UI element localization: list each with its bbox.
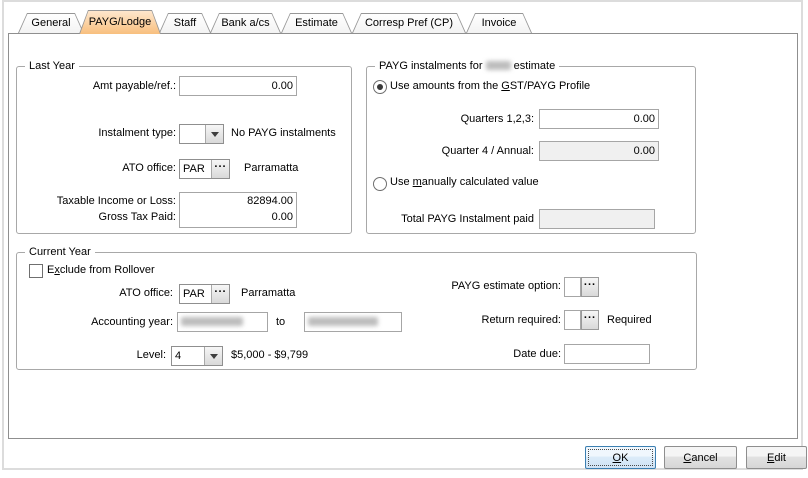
taxable-income-value[interactable]: 82894.00 — [180, 193, 296, 209]
instalment-type-note: No PAYG instalments — [231, 126, 336, 141]
chevron-down-icon — [211, 132, 219, 137]
quarters-123-label: Quarters 1,2,3: — [384, 112, 534, 127]
edit-button[interactable]: Edit — [746, 446, 807, 469]
ato-office-browse-button-last[interactable]: ... — [211, 160, 229, 178]
ato-office-picker-current[interactable]: PAR ... — [179, 284, 230, 304]
redacted-end-date — [308, 317, 378, 326]
date-due-label: Date due: — [411, 347, 561, 362]
tab-estimate[interactable]: Estimate — [281, 13, 352, 33]
use-gst-payg-profile-radio[interactable] — [373, 80, 387, 94]
accounting-year-end-input[interactable] — [304, 312, 402, 332]
payg-estimate-option-label: PAYG estimate option: — [411, 279, 561, 294]
current-year-group-title: Current Year — [25, 245, 95, 259]
level-label: Level: — [27, 348, 166, 363]
tab-corresp-pref[interactable]: Corresp Pref (CP) — [352, 13, 466, 33]
accounting-year-to-label: to — [276, 315, 285, 330]
use-gst-payg-profile-label: Use amounts from the GST/PAYG Profile — [390, 79, 590, 94]
instalment-type-label: Instalment type: — [27, 126, 176, 141]
level-dropdown-button[interactable] — [204, 347, 222, 365]
ato-office-picker-last[interactable]: PAR ... — [179, 159, 230, 179]
gross-tax-label: Gross Tax Paid: — [27, 210, 176, 225]
amt-payable-input[interactable] — [179, 76, 297, 96]
quarter-4-annual-label: Quarter 4 / Annual: — [384, 144, 534, 159]
last-year-group-title: Last Year — [25, 59, 79, 73]
payg-instalments-group-title: PAYG instalments for estimate — [375, 59, 559, 73]
return-required-browse-button[interactable]: ... — [581, 310, 599, 330]
level-value: 4 — [172, 347, 204, 365]
redacted-estimate-year — [486, 61, 511, 70]
use-manual-value-label: Use manually calculated value — [390, 175, 539, 190]
chevron-down-icon — [210, 354, 218, 359]
ato-office-label-current: ATO office: — [27, 286, 173, 301]
total-payg-paid-label: Total PAYG Instalment paid — [384, 212, 534, 227]
taxable-income-label: Taxable Income or Loss: — [27, 194, 176, 209]
tab-bank-acs[interactable]: Bank a/cs — [210, 13, 281, 33]
ato-office-name-current: Parramatta — [241, 286, 295, 301]
tab-general[interactable]: General — [18, 13, 84, 33]
gross-tax-value[interactable]: 0.00 — [180, 209, 296, 225]
ok-button[interactable]: OK — [585, 446, 656, 469]
ato-office-browse-button-current[interactable]: ... — [211, 285, 229, 303]
return-required-note: Required — [607, 313, 652, 328]
return-required-input[interactable] — [564, 310, 581, 330]
tab-staff[interactable]: Staff — [159, 13, 211, 33]
tab-invoice[interactable]: Invoice — [466, 13, 532, 33]
amt-payable-label: Amt payable/ref.: — [27, 79, 176, 94]
instalment-type-combo[interactable] — [179, 124, 224, 144]
exclude-from-rollover-label: Exclude from Rollover — [47, 263, 155, 278]
quarter-4-annual-input — [539, 141, 659, 161]
accounting-year-label: Accounting year: — [27, 315, 173, 330]
current-year-group: Current Year Exclude from Rollover ATO o… — [16, 252, 697, 370]
taxable-income-box: 82894.00 0.00 — [179, 192, 297, 228]
ato-office-code-last: PAR — [180, 160, 211, 178]
accounting-year-start-input[interactable] — [177, 312, 268, 332]
instalment-type-dropdown-button[interactable] — [205, 125, 223, 143]
level-combo[interactable]: 4 — [171, 346, 223, 366]
redacted-start-date — [181, 317, 243, 326]
quarters-123-input[interactable] — [539, 109, 659, 129]
date-due-input[interactable] — [564, 344, 650, 364]
ato-office-label-last: ATO office: — [27, 161, 176, 176]
total-payg-paid-input — [539, 209, 655, 229]
return-required-label: Return required: — [411, 313, 561, 328]
level-range-text: $5,000 - $9,799 — [231, 348, 308, 363]
payg-estimate-option-browse-button[interactable]: ... — [581, 277, 599, 297]
ato-office-name-last: Parramatta — [244, 161, 298, 176]
cancel-button[interactable]: Cancel — [664, 446, 737, 469]
last-year-group: Last Year Amt payable/ref.: Instalment t… — [16, 66, 352, 234]
payg-instalments-group: PAYG instalments for estimate Use amount… — [366, 66, 696, 234]
use-manual-value-radio[interactable] — [373, 177, 387, 191]
tab-payg-lodge[interactable]: PAYG/Lodge — [79, 10, 161, 34]
ato-office-code-current: PAR — [180, 285, 211, 303]
exclude-from-rollover-checkbox[interactable] — [29, 264, 43, 278]
payg-estimate-option-input[interactable] — [564, 277, 581, 297]
